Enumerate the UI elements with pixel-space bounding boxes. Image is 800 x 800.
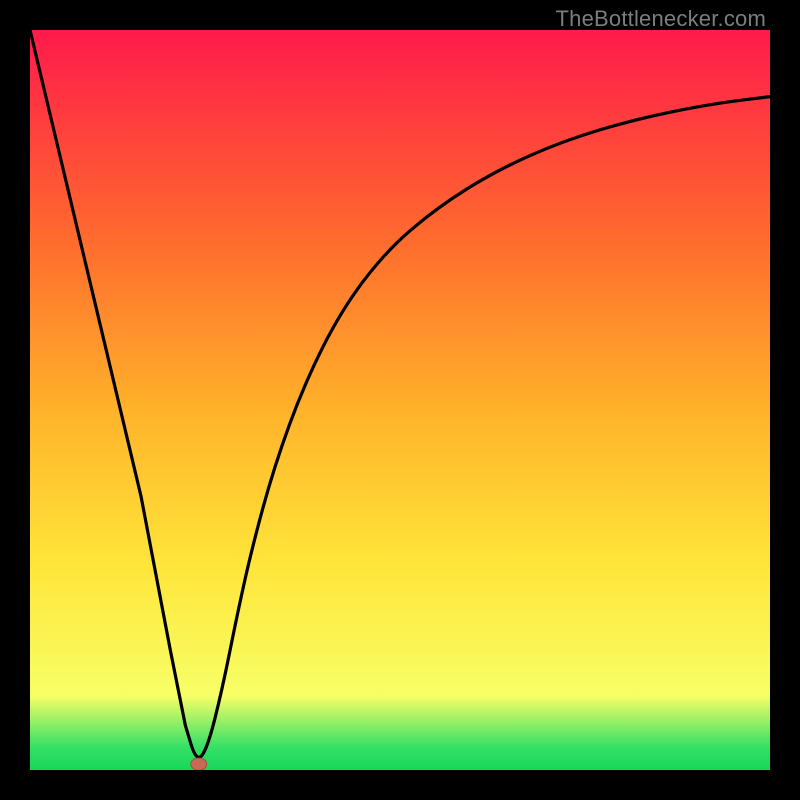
chart-frame (30, 30, 770, 770)
bottleneck-chart (30, 30, 770, 770)
gradient-background (30, 30, 770, 770)
optimal-point-marker (191, 758, 207, 770)
watermark-text: TheBottlenecker.com (556, 6, 766, 32)
